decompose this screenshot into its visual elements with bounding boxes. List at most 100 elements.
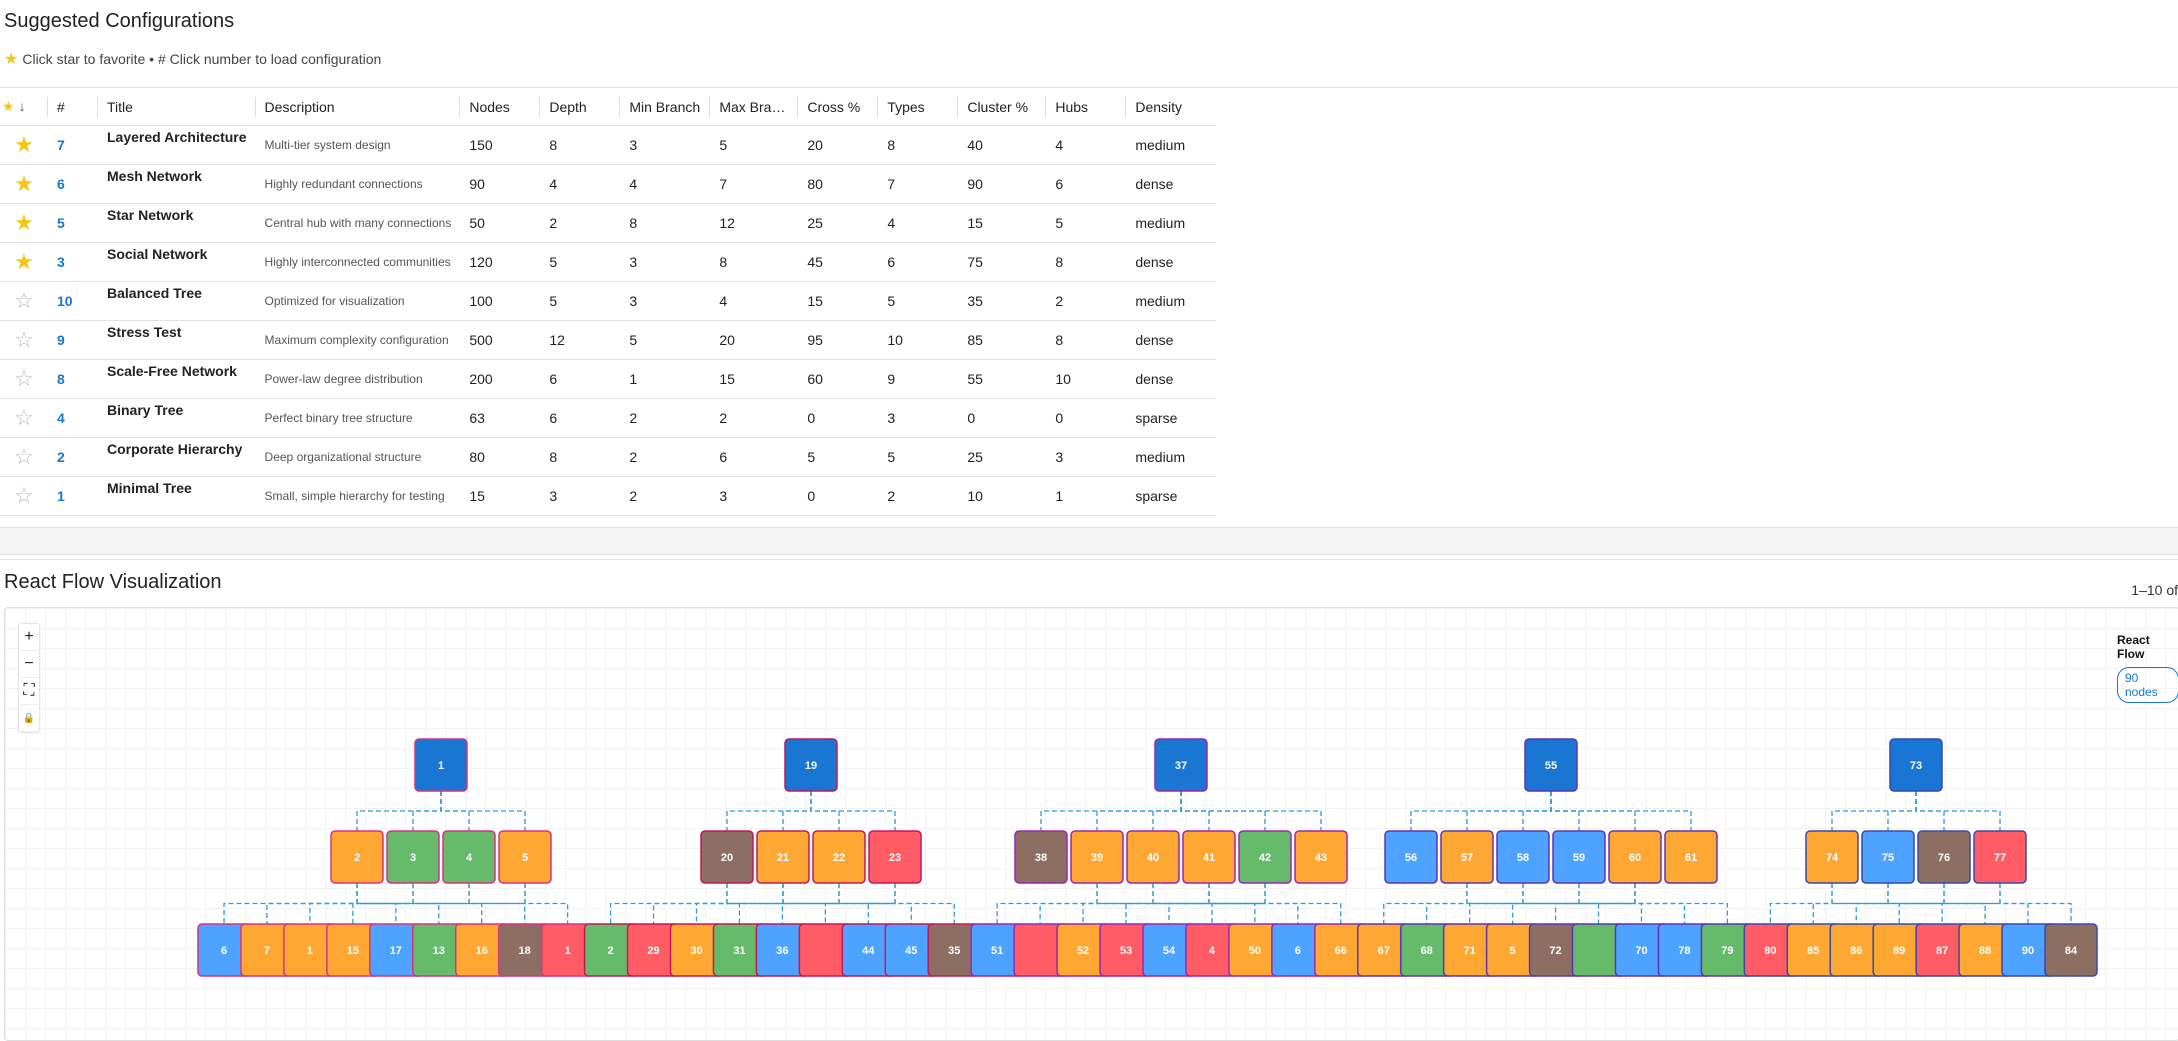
lock-button[interactable]: 🔒 <box>19 705 39 732</box>
cell-title: Social Network <box>98 243 256 282</box>
flow-graph[interactable]: 2345120212223193839404142433756575859606… <box>5 608 2178 1040</box>
favorite-star-filled-icon[interactable]: ★ <box>0 165 48 204</box>
cell-num[interactable]: 4 <box>48 399 98 438</box>
node-label: 16 <box>476 945 488 957</box>
edge <box>1770 883 1832 924</box>
flow-node[interactable]: 60 <box>1609 831 1661 883</box>
favorite-star-empty-icon[interactable]: ☆ <box>0 360 48 399</box>
column-header-density[interactable]: Density <box>1126 88 1216 126</box>
flow-node[interactable]: 2 <box>331 831 383 883</box>
cell-num[interactable]: 7 <box>48 126 98 165</box>
flow-root-node[interactable]: 19 <box>785 739 837 791</box>
cell-maxb: 7 <box>710 165 798 204</box>
cell-types: 4 <box>878 204 958 243</box>
flow-node[interactable]: 39 <box>1071 831 1123 883</box>
table-row[interactable]: ★3Social NetworkHighly interconnected co… <box>0 243 1216 282</box>
table-row[interactable]: ☆1Minimal TreeSmall, simple hierarchy fo… <box>0 477 1216 516</box>
flow-node[interactable]: 20 <box>701 831 753 883</box>
flow-root-node[interactable]: 1 <box>415 739 467 791</box>
cell-num[interactable]: 3 <box>48 243 98 282</box>
flow-node[interactable]: 57 <box>1441 831 1493 883</box>
column-header-cross[interactable]: Cross % <box>798 88 878 126</box>
flow-node[interactable]: 56 <box>1385 831 1437 883</box>
column-header-hubs[interactable]: Hubs <box>1046 88 1126 126</box>
table-row[interactable]: ☆2Corporate HierarchyDeep organizational… <box>0 438 1216 477</box>
cell-desc: Highly redundant connections <box>256 165 461 204</box>
cell-num[interactable]: 1 <box>48 477 98 516</box>
column-header-num[interactable]: # <box>48 88 98 126</box>
node-label: 6 <box>221 945 227 957</box>
favorite-star-filled-icon[interactable]: ★ <box>0 126 48 165</box>
column-header-fav[interactable]: ★↓ <box>0 88 48 126</box>
table-row[interactable]: ☆4Binary TreePerfect binary tree structu… <box>0 399 1216 438</box>
table-row[interactable]: ★5Star NetworkCentral hub with many conn… <box>0 204 1216 243</box>
flow-node[interactable]: 58 <box>1497 831 1549 883</box>
flow-node[interactable]: 61 <box>1665 831 1717 883</box>
flow-leaf-node[interactable]: 84 <box>2045 924 2097 976</box>
edge <box>1579 883 1684 924</box>
favorite-star-filled-icon[interactable]: ★ <box>0 204 48 243</box>
column-header-desc[interactable]: Description <box>256 88 461 126</box>
table-row[interactable]: ☆10Balanced TreeOptimized for visualizat… <box>0 282 1216 321</box>
cell-num[interactable]: 6 <box>48 165 98 204</box>
flow-node[interactable]: 22 <box>813 831 865 883</box>
node-label: 59 <box>1573 852 1585 864</box>
flow-node[interactable]: 4 <box>443 831 495 883</box>
flow-node[interactable]: 41 <box>1183 831 1235 883</box>
flow-node[interactable]: 21 <box>757 831 809 883</box>
favorite-star-empty-icon[interactable]: ☆ <box>0 321 48 360</box>
node-label: 53 <box>1120 945 1132 957</box>
flow-node[interactable]: 43 <box>1295 831 1347 883</box>
react-flow-canvas[interactable]: 2345120212223193839404142433756575859606… <box>4 607 2178 1041</box>
column-header-types[interactable]: Types <box>878 88 958 126</box>
flow-node[interactable]: 40 <box>1127 831 1179 883</box>
zoom-in-button[interactable]: + <box>19 624 39 651</box>
flow-root-node[interactable]: 73 <box>1890 739 1942 791</box>
flow-node[interactable]: 74 <box>1806 831 1858 883</box>
column-header-minb[interactable]: Min Branch <box>620 88 710 126</box>
node-label: 86 <box>1850 945 1862 957</box>
table-row[interactable]: ★7Layered ArchitectureMulti-tier system … <box>0 126 1216 165</box>
cell-types: 2 <box>878 477 958 516</box>
cell-num[interactable]: 10 <box>48 282 98 321</box>
flow-node[interactable]: 3 <box>387 831 439 883</box>
edge <box>783 791 811 831</box>
flow-node[interactable]: 5 <box>499 831 551 883</box>
zoom-out-button[interactable]: − <box>19 651 39 678</box>
flow-node[interactable]: 59 <box>1553 831 1605 883</box>
cell-num[interactable]: 9 <box>48 321 98 360</box>
cell-num[interactable]: 8 <box>48 360 98 399</box>
flow-node[interactable]: 76 <box>1918 831 1970 883</box>
cell-num[interactable]: 2 <box>48 438 98 477</box>
column-header-cluster[interactable]: Cluster % <box>958 88 1046 126</box>
flow-node[interactable]: 42 <box>1239 831 1291 883</box>
cell-title: Stress Test <box>98 321 256 360</box>
flow-root-node[interactable]: 55 <box>1525 739 1577 791</box>
fit-view-button[interactable]: ⛶ <box>19 678 39 705</box>
flow-node[interactable]: 75 <box>1862 831 1914 883</box>
favorite-star-empty-icon[interactable]: ☆ <box>0 477 48 516</box>
flow-node[interactable]: 23 <box>869 831 921 883</box>
column-header-depth[interactable]: Depth <box>540 88 620 126</box>
column-header-maxb[interactable]: Max Bra… <box>710 88 798 126</box>
favorite-star-empty-icon[interactable]: ☆ <box>0 282 48 321</box>
node-label: 52 <box>1077 945 1089 957</box>
column-header-title[interactable]: Title <box>98 88 256 126</box>
flow-node[interactable]: 38 <box>1015 831 1067 883</box>
flow-panel-title: React Flow <box>2117 633 2178 661</box>
table-row[interactable]: ☆8Scale-Free NetworkPower-law degree dis… <box>0 360 1216 399</box>
flow-root-node[interactable]: 37 <box>1155 739 1207 791</box>
cell-minb: 3 <box>620 243 710 282</box>
favorite-star-filled-icon[interactable]: ★ <box>0 243 48 282</box>
flow-node[interactable]: 77 <box>1974 831 2026 883</box>
node-label: 73 <box>1910 760 1922 772</box>
instructions-hint: ★ Click star to favorite • # Click numbe… <box>4 49 381 69</box>
cell-depth: 3 <box>540 477 620 516</box>
favorite-star-empty-icon[interactable]: ☆ <box>0 438 48 477</box>
table-row[interactable]: ★6Mesh NetworkHighly redundant connectio… <box>0 165 1216 204</box>
favorite-star-empty-icon[interactable]: ☆ <box>0 399 48 438</box>
cell-desc: Highly interconnected communities <box>256 243 461 282</box>
column-header-nodes[interactable]: Nodes <box>460 88 540 126</box>
table-row[interactable]: ☆9Stress TestMaximum complexity configur… <box>0 321 1216 360</box>
cell-num[interactable]: 5 <box>48 204 98 243</box>
